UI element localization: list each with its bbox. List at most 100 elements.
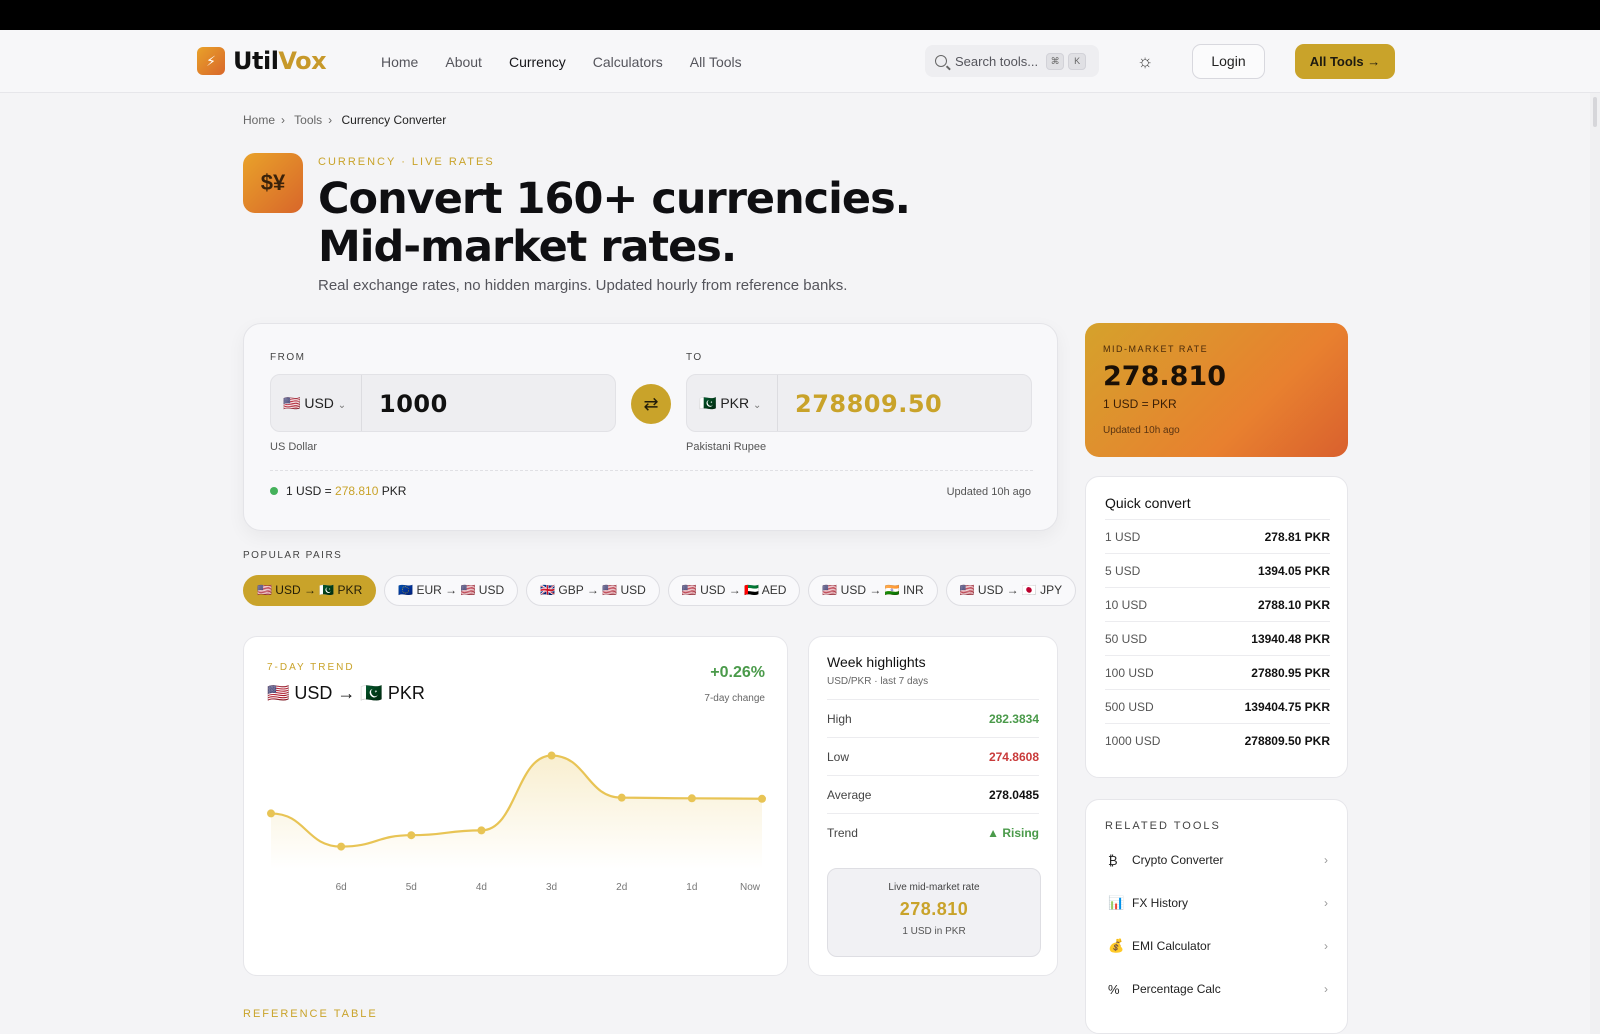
breadcrumb-home[interactable]: Home xyxy=(243,113,275,127)
field-divider xyxy=(777,375,778,431)
to-field: 🇵🇰 PKR ⌄ 278809.50 xyxy=(686,374,1032,432)
scrollbar-thumb[interactable] xyxy=(1593,97,1597,127)
pair-usd-pkr[interactable]: 🇺🇸 USD → 🇵🇰 PKR xyxy=(243,575,377,606)
brand-logo[interactable]: UtilVox xyxy=(233,47,327,75)
trend-point[interactable] xyxy=(758,794,766,803)
trend-x-tick: 2d xyxy=(616,882,627,893)
bar-chart-icon: 📊 xyxy=(1108,895,1125,910)
search-input[interactable]: Search tools... ⌘ K xyxy=(925,45,1099,77)
all-tools-button[interactable]: All Tools → xyxy=(1295,44,1395,79)
trend-point[interactable] xyxy=(617,793,626,802)
trend-point[interactable] xyxy=(477,826,486,835)
nav-link-home[interactable]: Home xyxy=(381,54,418,70)
trend-x-tick: 3d xyxy=(546,882,557,893)
trend-card: 7-DAY TREND 🇺🇸 USD → 🇵🇰 PKR +0.26% 7-day… xyxy=(243,636,788,976)
breadcrumb: Home › Tools › Currency Converter xyxy=(243,113,452,127)
currency-exchange-icon: $¥ xyxy=(243,153,303,213)
popular-pairs-label: POPULAR PAIRS xyxy=(243,550,343,561)
live-rate-box: Live mid-market rate 278.810 1 USD in PK… xyxy=(827,868,1041,957)
chevron-down-icon: ⌄ xyxy=(337,400,347,411)
trend-point[interactable] xyxy=(547,751,556,760)
related-tool-fx-history[interactable]: 📊 FX History › xyxy=(1108,888,1328,918)
quick-convert-row[interactable]: 10 USD 2788.10 PKR xyxy=(1105,587,1330,621)
pair-usd-inr[interactable]: 🇺🇸 USD → 🇮🇳 INR xyxy=(808,575,938,606)
chevron-right-icon: › xyxy=(1324,982,1328,996)
trend-area xyxy=(271,755,762,869)
week-row-high: High 282.3834 xyxy=(827,699,1039,737)
rate-card-label: MID-MARKET RATE xyxy=(1103,344,1209,354)
week-row-average: Average 278.0485 xyxy=(827,775,1039,813)
page-subtitle: Real exchange rates, no hidden margins. … xyxy=(318,277,848,294)
week-highlights-card: Week highlights USD/PKR · last 7 days Hi… xyxy=(808,636,1058,976)
related-tools-title: RELATED TOOLS xyxy=(1105,820,1221,832)
page-scrollbar[interactable] xyxy=(1590,93,1600,1034)
field-divider xyxy=(361,375,362,431)
live-status-dot xyxy=(270,487,278,495)
window-top-bar xyxy=(0,0,1600,30)
rate-card-value: 278.810 xyxy=(1103,361,1226,392)
week-title: Week highlights xyxy=(827,654,926,670)
converter-card: FROM TO 🇺🇸 USD ⌄ 1000 ⇄ 🇵🇰 PKR ⌄ 278809.… xyxy=(243,323,1058,531)
percent-icon: % xyxy=(1108,981,1120,997)
to-currency-select[interactable]: 🇵🇰 PKR ⌄ xyxy=(699,375,761,431)
quick-convert-row[interactable]: 500 USD 139404.75 PKR xyxy=(1105,689,1330,723)
related-tool-percentage[interactable]: % Percentage Calc › xyxy=(1108,974,1328,1004)
nav-link-about[interactable]: About xyxy=(445,54,482,70)
reference-table-label: REFERENCE TABLE xyxy=(243,1008,378,1020)
trend-x-tick: 1d xyxy=(686,882,697,893)
week-subtitle: USD/PKR · last 7 days xyxy=(827,676,929,687)
trend-x-tick: 5d xyxy=(406,882,417,893)
popular-pairs: 🇺🇸 USD → 🇵🇰 PKR 🇪🇺 EUR → 🇺🇸 USD 🇬🇧 GBP →… xyxy=(243,575,1077,606)
money-bag-icon: 💰 xyxy=(1108,938,1125,953)
quick-convert-row[interactable]: 1000 USD 278809.50 PKR xyxy=(1105,723,1330,757)
page-title: Convert 160+ currencies. Mid-market rate… xyxy=(318,174,911,272)
trend-point[interactable] xyxy=(407,831,416,840)
rate-card-updated: Updated 10h ago xyxy=(1103,425,1180,436)
pair-usd-aed[interactable]: 🇺🇸 USD → 🇦🇪 AED xyxy=(667,575,801,606)
trend-point[interactable] xyxy=(267,809,275,818)
nav-link-all-tools[interactable]: All Tools xyxy=(690,54,742,70)
pair-eur-usd[interactable]: 🇪🇺 EUR → 🇺🇸 USD xyxy=(384,575,519,606)
shortcut-key-k: K xyxy=(1068,52,1087,70)
live-rate-unit: 1 USD in PKR xyxy=(902,926,966,937)
trend-point[interactable] xyxy=(687,794,696,803)
related-tool-crypto[interactable]: ₿ Crypto Converter › xyxy=(1108,845,1328,875)
pair-gbp-usd[interactable]: 🇬🇧 GBP → 🇺🇸 USD xyxy=(526,575,660,606)
quick-convert-row[interactable]: 100 USD 27880.95 PKR xyxy=(1105,655,1330,689)
divider xyxy=(270,470,1033,471)
quick-convert-card: Quick convert 1 USD 278.81 PKR 5 USD 1394.… xyxy=(1085,476,1348,778)
trend-x-tick: 6d xyxy=(336,882,347,893)
from-currency-name: US Dollar xyxy=(270,441,318,453)
trend-x-tick: 4d xyxy=(476,882,487,893)
top-navigation: ⚡ UtilVox Home About Currency Calculator… xyxy=(0,30,1600,93)
chevron-right-icon: › xyxy=(1324,896,1328,910)
from-currency-select[interactable]: 🇺🇸 USD ⌄ xyxy=(283,375,346,431)
nav-link-currency[interactable]: Currency xyxy=(509,54,566,70)
updated-timestamp: Updated 10h ago xyxy=(946,486,1031,498)
bitcoin-icon: ₿ xyxy=(1108,852,1118,868)
live-rate-label: Live mid-market rate xyxy=(888,882,980,893)
from-amount-input[interactable]: 1000 xyxy=(379,375,448,431)
swap-currencies-icon[interactable]: ⇄ xyxy=(631,384,671,424)
hero-eyebrow: CURRENCY · LIVE RATES xyxy=(318,156,495,168)
breadcrumb-tools[interactable]: Tools xyxy=(294,113,322,127)
nav-link-calculators[interactable]: Calculators xyxy=(593,54,663,70)
search-icon xyxy=(935,55,947,67)
lightning-logo-icon[interactable]: ⚡ xyxy=(197,47,225,75)
quick-convert-row[interactable]: 5 USD 1394.05 PKR xyxy=(1105,553,1330,587)
sun-theme-toggle-icon[interactable]: ☼ xyxy=(1130,46,1160,76)
to-amount-output[interactable]: 278809.50 xyxy=(795,375,942,431)
quick-convert-row[interactable]: 1 USD 278.81 PKR xyxy=(1105,519,1330,553)
quick-convert-title: Quick convert xyxy=(1105,495,1191,511)
related-tools-card: RELATED TOOLS ₿ Crypto Converter › 📊 FX His… xyxy=(1085,799,1348,1034)
chevron-right-icon: › xyxy=(281,113,286,127)
pair-usd-jpy[interactable]: 🇺🇸 USD → 🇯🇵 JPY xyxy=(945,575,1077,606)
login-button[interactable]: Login xyxy=(1192,44,1265,79)
trend-point[interactable] xyxy=(337,842,346,851)
chevron-right-icon: › xyxy=(1324,939,1328,953)
related-tool-emi[interactable]: 💰 EMI Calculator › xyxy=(1108,931,1328,961)
breadcrumb-current: Currency Converter xyxy=(341,113,447,127)
week-row-trend: Trend ▲ Rising xyxy=(827,813,1039,851)
from-label: FROM xyxy=(270,352,306,363)
quick-convert-row[interactable]: 50 USD 13940.48 PKR xyxy=(1105,621,1330,655)
